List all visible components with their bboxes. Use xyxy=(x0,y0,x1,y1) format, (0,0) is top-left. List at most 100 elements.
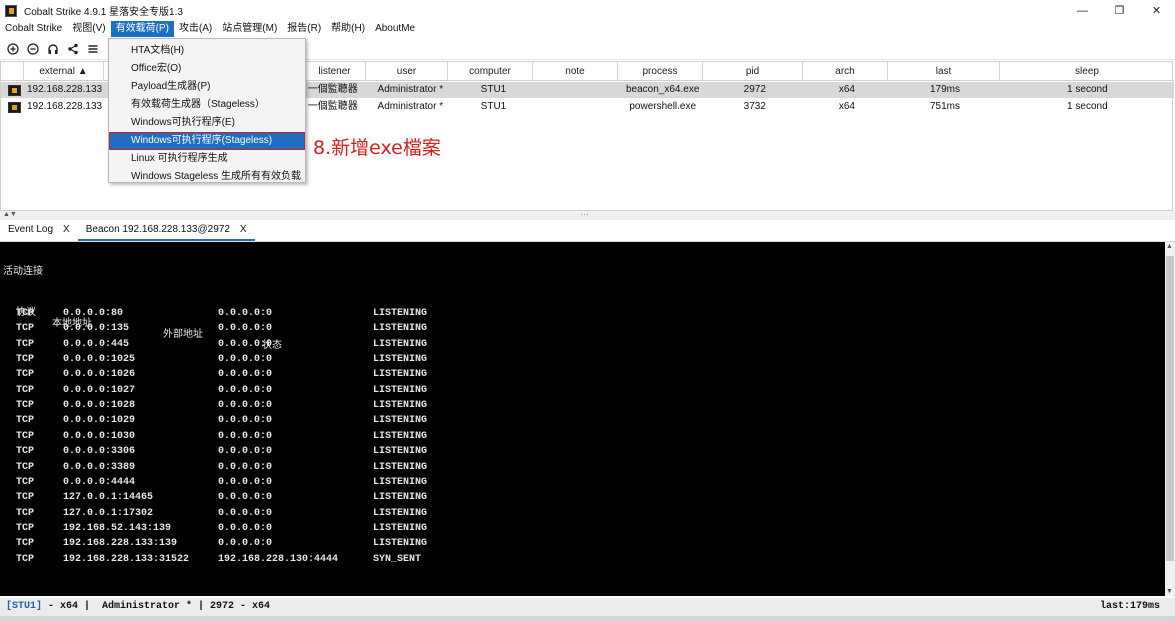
column-arch[interactable]: arch xyxy=(803,62,888,81)
scroll-down-icon[interactable]: ▼ xyxy=(1166,588,1173,595)
cell-user: Administrator * xyxy=(377,101,444,112)
cell-foreign-address: 0.0.0.0:0 xyxy=(218,476,273,488)
column-process[interactable]: process xyxy=(618,62,703,81)
cell-foreign-address: 0.0.0.0:0 xyxy=(218,384,273,396)
menu-item-office-macro[interactable]: Office宏(O) xyxy=(109,60,305,78)
tab-label: Beacon 192.168.228.133@2972 xyxy=(85,224,230,235)
cell-listener: 一個監聽器 xyxy=(307,101,358,112)
cell-state: LISTENING xyxy=(373,308,428,319)
column-listener[interactable]: listener xyxy=(304,62,366,81)
menu-help[interactable]: 帮助(H) xyxy=(326,21,370,37)
menu-item-hta-document[interactable]: HTA文档(H) xyxy=(109,42,305,60)
cell-local-address: 0.0.0.0:1025 xyxy=(63,354,136,366)
cell-external: 192.168.228.133 xyxy=(27,84,103,95)
menu-item-linux-executable[interactable]: Linux 可执行程序生成 xyxy=(109,150,305,168)
pane-splitter[interactable]: ▲▼ ··· xyxy=(0,209,1175,220)
cell-state: LISTENING xyxy=(373,323,428,335)
payloads-dropdown-menu: HTA文档(H) Office宏(O) Payload生成器(P) 有效载荷生成… xyxy=(108,38,306,183)
menu-view[interactable]: 视图(V) xyxy=(67,21,110,37)
menu-item-windows-executable-stageless[interactable]: Windows可执行程序(Stageless) xyxy=(109,132,305,150)
splitter-grip-icon[interactable]: ··· xyxy=(580,209,589,219)
cell-proto: TCP xyxy=(16,476,35,488)
tab-bar: Event Log X Beacon 192.168.228.133@2972 … xyxy=(0,220,1175,242)
cell-user: Administrator * xyxy=(377,84,444,95)
menu-bar: Cobalt Strike 视图(V) 有效载荷(P) 攻击(A) 站点管理(M… xyxy=(0,21,1175,37)
cell-state: LISTENING xyxy=(373,461,428,473)
cell-process: powershell.exe xyxy=(629,101,697,112)
cell-computer: STU1 xyxy=(480,84,507,95)
console-scrollbar[interactable]: ▲ ▼ xyxy=(1165,242,1175,596)
cell-state: LISTENING xyxy=(373,476,428,488)
close-icon[interactable]: X xyxy=(63,220,70,241)
cell-foreign-address: 0.0.0.0:0 xyxy=(218,492,273,504)
cell-proto: TCP xyxy=(16,415,35,427)
cell-listener: 一個監聽器 xyxy=(307,84,358,95)
maximize-button[interactable]: ❐ xyxy=(1101,0,1138,21)
cell-foreign-address: 0.0.0.0:0 xyxy=(218,461,273,473)
tab-beacon[interactable]: Beacon 192.168.228.133@2972 X xyxy=(77,220,255,241)
column-computer[interactable]: computer xyxy=(448,62,533,81)
cell-last: 179ms xyxy=(929,84,960,95)
column-last[interactable]: last xyxy=(888,62,1000,81)
beacon-session-icon xyxy=(8,101,21,113)
step-annotation: 8.新增exe檔案 xyxy=(313,137,441,159)
plus-circle-icon[interactable] xyxy=(3,39,23,59)
cell-arch: x64 xyxy=(838,84,855,95)
column-user[interactable]: user xyxy=(366,62,448,81)
menu-item-windows-executable[interactable]: Windows可执行程序(E) xyxy=(109,114,305,132)
menu-site-management[interactable]: 站点管理(M) xyxy=(217,21,282,37)
cell-proto: TCP xyxy=(16,430,35,442)
menu-item-payload-generator[interactable]: Payload生成器(P) xyxy=(109,78,305,96)
cell-local-address: 192.168.52.143:139 xyxy=(63,522,172,534)
column-external[interactable]: external ▲ xyxy=(24,62,104,81)
cell-state: LISTENING xyxy=(373,384,428,396)
status-last: last:179ms xyxy=(1099,601,1160,612)
cell-proto: TCP xyxy=(16,522,35,534)
cell-state: LISTENING xyxy=(373,492,428,504)
cell-foreign-address: 192.168.228.130:4444 xyxy=(218,553,339,565)
menu-reports[interactable]: 报告(R) xyxy=(282,21,326,37)
cell-proto: TCP xyxy=(16,553,35,565)
cell-local-address: 0.0.0.0:445 xyxy=(63,338,130,350)
cell-note xyxy=(536,99,621,115)
close-button[interactable]: ✕ xyxy=(1138,0,1175,21)
beacon-console-output[interactable]: 活动连接 协议 本地地址 外部地址 状态 TCP 0.0.0.0:80 0.0.0.… xyxy=(0,242,1165,596)
menu-cobalt-strike[interactable]: Cobalt Strike xyxy=(0,21,67,37)
cell-proto: TCP xyxy=(16,507,35,519)
cell-local-address: 192.168.228.133:139 xyxy=(63,538,178,550)
cell-foreign-address: 0.0.0.0:0 xyxy=(218,308,273,319)
status-session-info: [STU1] - x64 | Administrator * | 2972 - … xyxy=(6,601,270,612)
headphones-icon[interactable] xyxy=(43,39,63,59)
cell-pid: 2972 xyxy=(743,84,766,95)
command-input-area[interactable] xyxy=(0,616,1175,622)
cell-local-address: 0.0.0.0:1027 xyxy=(63,384,136,396)
scrollbar-thumb[interactable] xyxy=(1166,256,1174,561)
list-icon[interactable] xyxy=(83,39,103,59)
column-note[interactable]: note xyxy=(533,62,618,81)
splitter-arrows-icon[interactable]: ▲▼ xyxy=(3,211,17,218)
menu-item-stageless-payload-generator[interactable]: 有效载荷生成器（Stageless） xyxy=(109,96,305,114)
console-column-headers: 协议 本地地址 外部地址 状态 xyxy=(0,292,282,358)
cell-local-address: 0.0.0.0:135 xyxy=(63,323,130,335)
cell-computer: STU1 xyxy=(480,101,507,112)
minus-circle-icon[interactable] xyxy=(23,39,43,59)
menu-payloads[interactable]: 有效载荷(P) xyxy=(110,21,174,37)
scroll-up-icon[interactable]: ▲ xyxy=(1166,243,1173,250)
menu-about-me[interactable]: AboutMe xyxy=(370,21,420,37)
column-icon xyxy=(1,62,24,81)
cell-foreign-address: 0.0.0.0:0 xyxy=(218,338,273,350)
share-icon[interactable] xyxy=(63,39,83,59)
cell-foreign-address: 0.0.0.0:0 xyxy=(218,446,273,458)
column-pid[interactable]: pid xyxy=(703,62,803,81)
cell-proto: TCP xyxy=(16,384,35,396)
column-sleep[interactable]: sleep xyxy=(1000,62,1174,81)
cell-state: LISTENING xyxy=(373,415,428,427)
menu-item-windows-stageless-all-payloads[interactable]: Windows Stageless 生成所有有效负载 xyxy=(109,168,305,186)
close-icon[interactable]: X xyxy=(240,220,247,239)
window-controls: — ❐ ✕ xyxy=(1064,0,1175,21)
minimize-button[interactable]: — xyxy=(1064,0,1101,21)
cell-proto: TCP xyxy=(16,369,35,381)
cell-foreign-address: 0.0.0.0:0 xyxy=(218,522,273,534)
menu-attacks[interactable]: 攻击(A) xyxy=(174,21,217,37)
tab-event-log[interactable]: Event Log X xyxy=(0,220,78,241)
